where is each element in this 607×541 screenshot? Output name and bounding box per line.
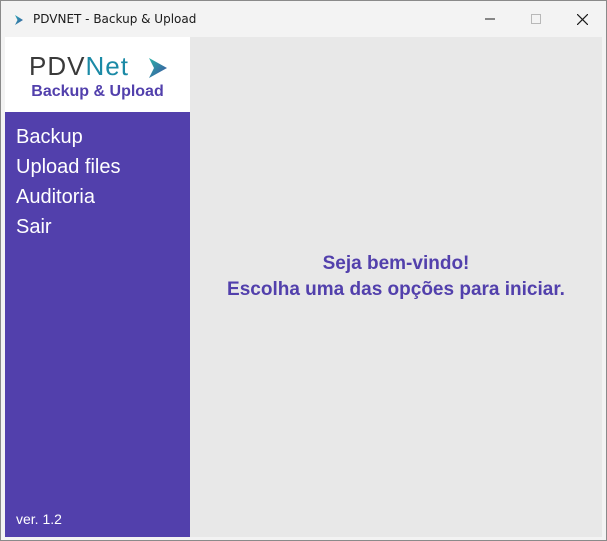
logo-prefix: PDV bbox=[29, 51, 86, 81]
pdvnet-arrow-icon bbox=[149, 58, 167, 78]
maximize-icon bbox=[531, 14, 541, 24]
sidebar-menu: Backup Upload files Auditoria Sair bbox=[16, 122, 121, 242]
main-content: Seja bem-vindo! Escolha uma das opções p… bbox=[190, 37, 602, 537]
close-icon bbox=[576, 13, 588, 25]
welcome-line-1: Seja bem-vindo! bbox=[322, 253, 470, 274]
welcome-line-2: Escolha uma das opções para iniciar. bbox=[227, 279, 565, 300]
minimize-icon bbox=[485, 18, 495, 20]
maximize-button[interactable] bbox=[513, 1, 559, 37]
close-button[interactable] bbox=[559, 1, 605, 37]
pdvnet-arrow-icon bbox=[15, 15, 23, 25]
logo: PDVNet Backup & Upload bbox=[5, 37, 190, 112]
window-title: PDVNET - Backup & Upload bbox=[33, 12, 197, 26]
version-label: ver. 1.2 bbox=[16, 511, 62, 527]
app-window: PDVNET - Backup & Upload PDVNet Backup &… bbox=[0, 0, 607, 541]
sidebar-item-backup[interactable]: Backup bbox=[16, 122, 121, 152]
logo-wordmark: PDVNet bbox=[29, 51, 129, 81]
sidebar-item-auditoria[interactable]: Auditoria bbox=[16, 182, 121, 212]
title-bar[interactable]: PDVNET - Backup & Upload bbox=[1, 1, 606, 37]
minimize-button[interactable] bbox=[467, 1, 513, 37]
sidebar-item-upload-files[interactable]: Upload files bbox=[16, 152, 121, 182]
sidebar-item-sair[interactable]: Sair bbox=[16, 212, 121, 242]
sidebar: PDVNet Backup & Upload Backup Upload fil… bbox=[5, 37, 190, 537]
logo-suffix: Net bbox=[85, 51, 129, 81]
welcome-message: Seja bem-vindo! Escolha uma das opções p… bbox=[190, 251, 602, 303]
logo-subtitle: Backup & Upload bbox=[31, 83, 164, 100]
